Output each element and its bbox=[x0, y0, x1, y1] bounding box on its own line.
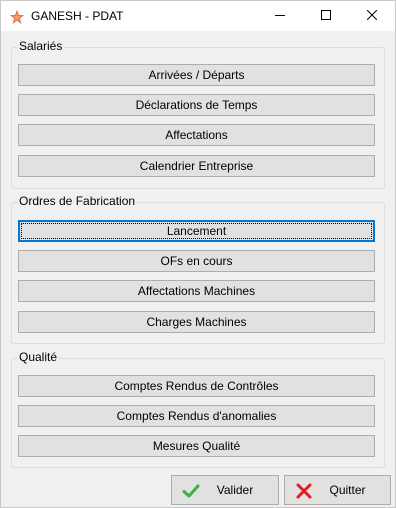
arrivees-departs-button[interactable]: Arrivées / Départs bbox=[18, 64, 375, 86]
window-title: GANESH - PDAT bbox=[31, 9, 124, 23]
group-label-ordres-fabrication: Ordres de Fabrication bbox=[17, 194, 138, 208]
app-window: GANESH - PDAT Salariés Arrivées / Départ… bbox=[0, 0, 396, 508]
close-button[interactable] bbox=[349, 1, 395, 31]
calendrier-entreprise-button[interactable]: Calendrier Entreprise bbox=[18, 155, 375, 177]
affectations-button[interactable]: Affectations bbox=[18, 124, 375, 146]
group-salaries: Salariés Arrivées / Départs Déclarations… bbox=[11, 39, 385, 189]
group-ordres-fabrication: Ordres de Fabrication Lancement OFs en c… bbox=[11, 194, 385, 344]
close-icon bbox=[366, 9, 378, 23]
group-label-salaries: Salariés bbox=[17, 39, 65, 53]
valider-button[interactable]: Valider bbox=[171, 475, 279, 505]
mesures-qualite-button[interactable]: Mesures Qualité bbox=[18, 435, 375, 457]
star-logo-icon bbox=[9, 9, 25, 25]
group-qualite: Qualité Comptes Rendus de Contrôles Comp… bbox=[11, 350, 385, 468]
quitter-label: Quitter bbox=[329, 483, 366, 497]
charges-machines-button[interactable]: Charges Machines bbox=[18, 311, 375, 333]
comptes-rendus-anomalies-button[interactable]: Comptes Rendus d'anomalies bbox=[18, 405, 375, 427]
affectations-machines-button[interactable]: Affectations Machines bbox=[18, 280, 375, 302]
declarations-temps-button[interactable]: Déclarations de Temps bbox=[18, 94, 375, 116]
maximize-button[interactable] bbox=[303, 1, 349, 31]
group-label-qualite: Qualité bbox=[17, 350, 60, 364]
comptes-rendus-controles-button[interactable]: Comptes Rendus de Contrôles bbox=[18, 375, 375, 397]
minimize-icon bbox=[275, 9, 285, 23]
lancement-button[interactable]: Lancement bbox=[18, 220, 375, 242]
valider-label: Valider bbox=[216, 483, 254, 497]
title-bar[interactable]: GANESH - PDAT bbox=[1, 1, 395, 31]
maximize-icon bbox=[321, 9, 331, 23]
ofs-en-cours-button[interactable]: OFs en cours bbox=[18, 250, 375, 272]
minimize-button[interactable] bbox=[257, 1, 303, 31]
quitter-button[interactable]: Quitter bbox=[284, 475, 391, 505]
